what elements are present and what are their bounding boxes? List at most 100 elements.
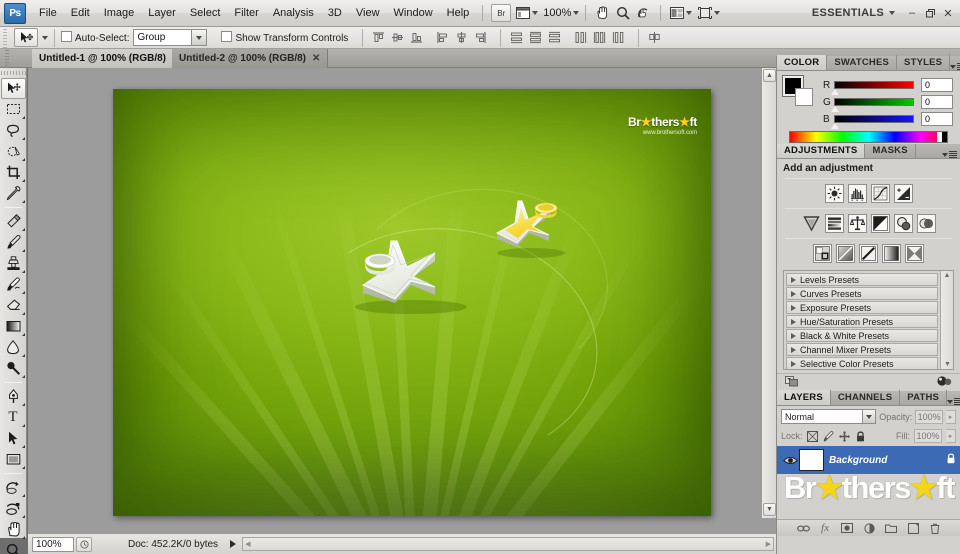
dodge-tool[interactable] [1,358,26,379]
curves-icon[interactable] [870,184,890,203]
auto-select-checkbox[interactable] [61,31,72,42]
hand-tool[interactable] [1,519,26,540]
opacity-value[interactable]: 100% [915,409,944,424]
brush-tool[interactable] [1,232,26,253]
menu-item-edit[interactable]: Edit [64,3,97,23]
color-spectrum-ramp[interactable] [789,131,948,143]
align-horizontal-centers-button[interactable] [453,29,470,46]
exposure-icon[interactable] [893,184,913,203]
clone-stamp-tool[interactable] [1,253,26,274]
invert-icon[interactable] [813,244,832,263]
new-adjustment-layer-button[interactable] [863,522,876,535]
tab-adjustments[interactable]: ADJUSTMENTS [777,143,866,158]
show-transform-controls-label[interactable]: Show Transform Controls [221,31,348,44]
preset-channel-mixer[interactable]: Channel Mixer Presets [786,343,938,356]
vibrance-icon[interactable] [802,214,821,233]
image-canvas[interactable]: Br★thers★ft www.brothersoft.com [113,89,711,516]
arrange-documents-button[interactable] [667,5,695,21]
menu-item-filter[interactable]: Filter [227,3,265,23]
lock-all-icon[interactable] [855,430,867,442]
red-value-field[interactable]: 0 [921,78,953,92]
brightness-contrast-icon[interactable] [824,184,844,203]
menu-item-layer[interactable]: Layer [141,3,183,23]
lasso-tool[interactable] [1,120,26,141]
preset-black-and-white[interactable]: Black & White Presets [786,329,938,342]
selective-color-icon[interactable] [905,244,924,263]
delete-layer-button[interactable] [929,522,942,535]
return-to-adjustment-list-button[interactable] [785,375,799,390]
pen-tool[interactable] [1,386,26,407]
tab-color[interactable]: COLOR [777,55,828,70]
slider-thumb[interactable] [831,123,839,129]
gradient-map-icon[interactable] [882,244,901,263]
3d-rotate-tool[interactable] [1,477,26,498]
adjustments-panel-menu-button[interactable] [942,151,957,158]
tab-swatches[interactable]: SWATCHES [827,55,898,70]
link-layers-button[interactable] [796,522,810,535]
threshold-icon[interactable] [859,244,878,263]
slider-thumb[interactable] [831,89,839,95]
close-icon[interactable]: ✕ [312,53,320,64]
scroll-down-icon[interactable]: ▼ [941,361,954,368]
scroll-up-icon[interactable]: ▲ [941,272,953,279]
menu-item-image[interactable]: Image [97,3,142,23]
eyedropper-tool[interactable] [1,183,26,204]
horizontal-type-tool[interactable]: T [1,407,26,428]
align-top-edges-button[interactable] [370,29,387,46]
preset-hue-saturation[interactable]: Hue/Saturation Presets [786,315,938,328]
tools-panel-grip[interactable] [0,68,27,78]
color-balance-icon[interactable] [847,214,867,233]
channel-mixer-icon[interactable] [916,214,936,233]
black-white-icon[interactable] [870,214,890,233]
chevron-down-icon[interactable] [889,11,895,15]
rectangle-shape-tool[interactable] [1,449,26,470]
color-panel-menu-button[interactable] [950,63,960,70]
restore-button[interactable] [922,5,938,21]
presets-scrollbar[interactable]: ▲ ▼ [940,271,953,369]
scroll-right-icon[interactable]: ▶ [766,540,771,548]
view-extras-button[interactable] [513,5,541,21]
chevron-down-icon[interactable] [42,35,48,40]
crop-tool[interactable] [1,162,26,183]
layer-row-background[interactable]: Background [777,446,960,474]
tab-layers[interactable]: LAYERS [777,390,831,405]
vertical-scrollbar[interactable]: ▲ ▼ [761,68,776,518]
current-tool-preset-button[interactable] [14,28,38,47]
status-options-triangle[interactable] [230,540,237,548]
menu-item-select[interactable]: Select [183,3,228,23]
hue-saturation-icon[interactable] [824,214,844,233]
photo-filter-icon[interactable] [893,214,913,233]
horizontal-scrollbar[interactable]: ◀ ▶ [242,537,774,551]
zoom-percent-field[interactable]: 100% [32,536,74,552]
fill-value[interactable]: 100% [914,429,942,443]
menu-item-analysis[interactable]: Analysis [266,3,321,23]
distribute-horizontal-centers-button[interactable] [591,29,608,46]
blend-mode-dropdown[interactable]: Normal [781,409,877,424]
levels-icon[interactable] [847,184,867,203]
adjustment-presets-list[interactable]: Levels Presets Curves Presets Exposure P… [783,270,954,370]
hand-tool-button[interactable] [592,4,613,22]
history-brush-tool[interactable] [1,274,26,295]
blue-value-field[interactable]: 0 [921,112,953,126]
scroll-down-button[interactable]: ▼ [763,503,776,516]
launch-bridge-button[interactable]: Br [491,4,512,22]
tab-bar-grip[interactable] [2,49,12,68]
layer-thumbnail[interactable] [799,449,824,471]
preset-selective-color[interactable]: Selective Color Presets [786,357,938,369]
tab-styles[interactable]: STYLES [897,55,951,70]
align-bottom-edges-button[interactable] [408,29,425,46]
status-proxy-icon-button[interactable] [76,536,92,552]
spot-healing-brush-tool[interactable] [1,211,26,232]
tab-untitled-1[interactable]: Untitled-1 @ 100% (RGB/8) ✕ [32,49,189,68]
align-right-edges-button[interactable] [472,29,489,46]
3d-orbit-tool[interactable] [1,498,26,519]
new-layer-button[interactable] [907,522,920,535]
scroll-left-icon[interactable]: ◀ [245,540,250,548]
close-button[interactable]: ✕ [940,5,956,21]
menu-item-window[interactable]: Window [387,3,440,23]
opacity-stepper[interactable]: ▸ [946,409,956,424]
fill-stepper[interactable]: ▸ [946,429,956,443]
tab-paths[interactable]: PATHS [900,390,948,405]
quick-selection-tool[interactable] [1,141,26,162]
screen-mode-button[interactable] [695,5,723,21]
